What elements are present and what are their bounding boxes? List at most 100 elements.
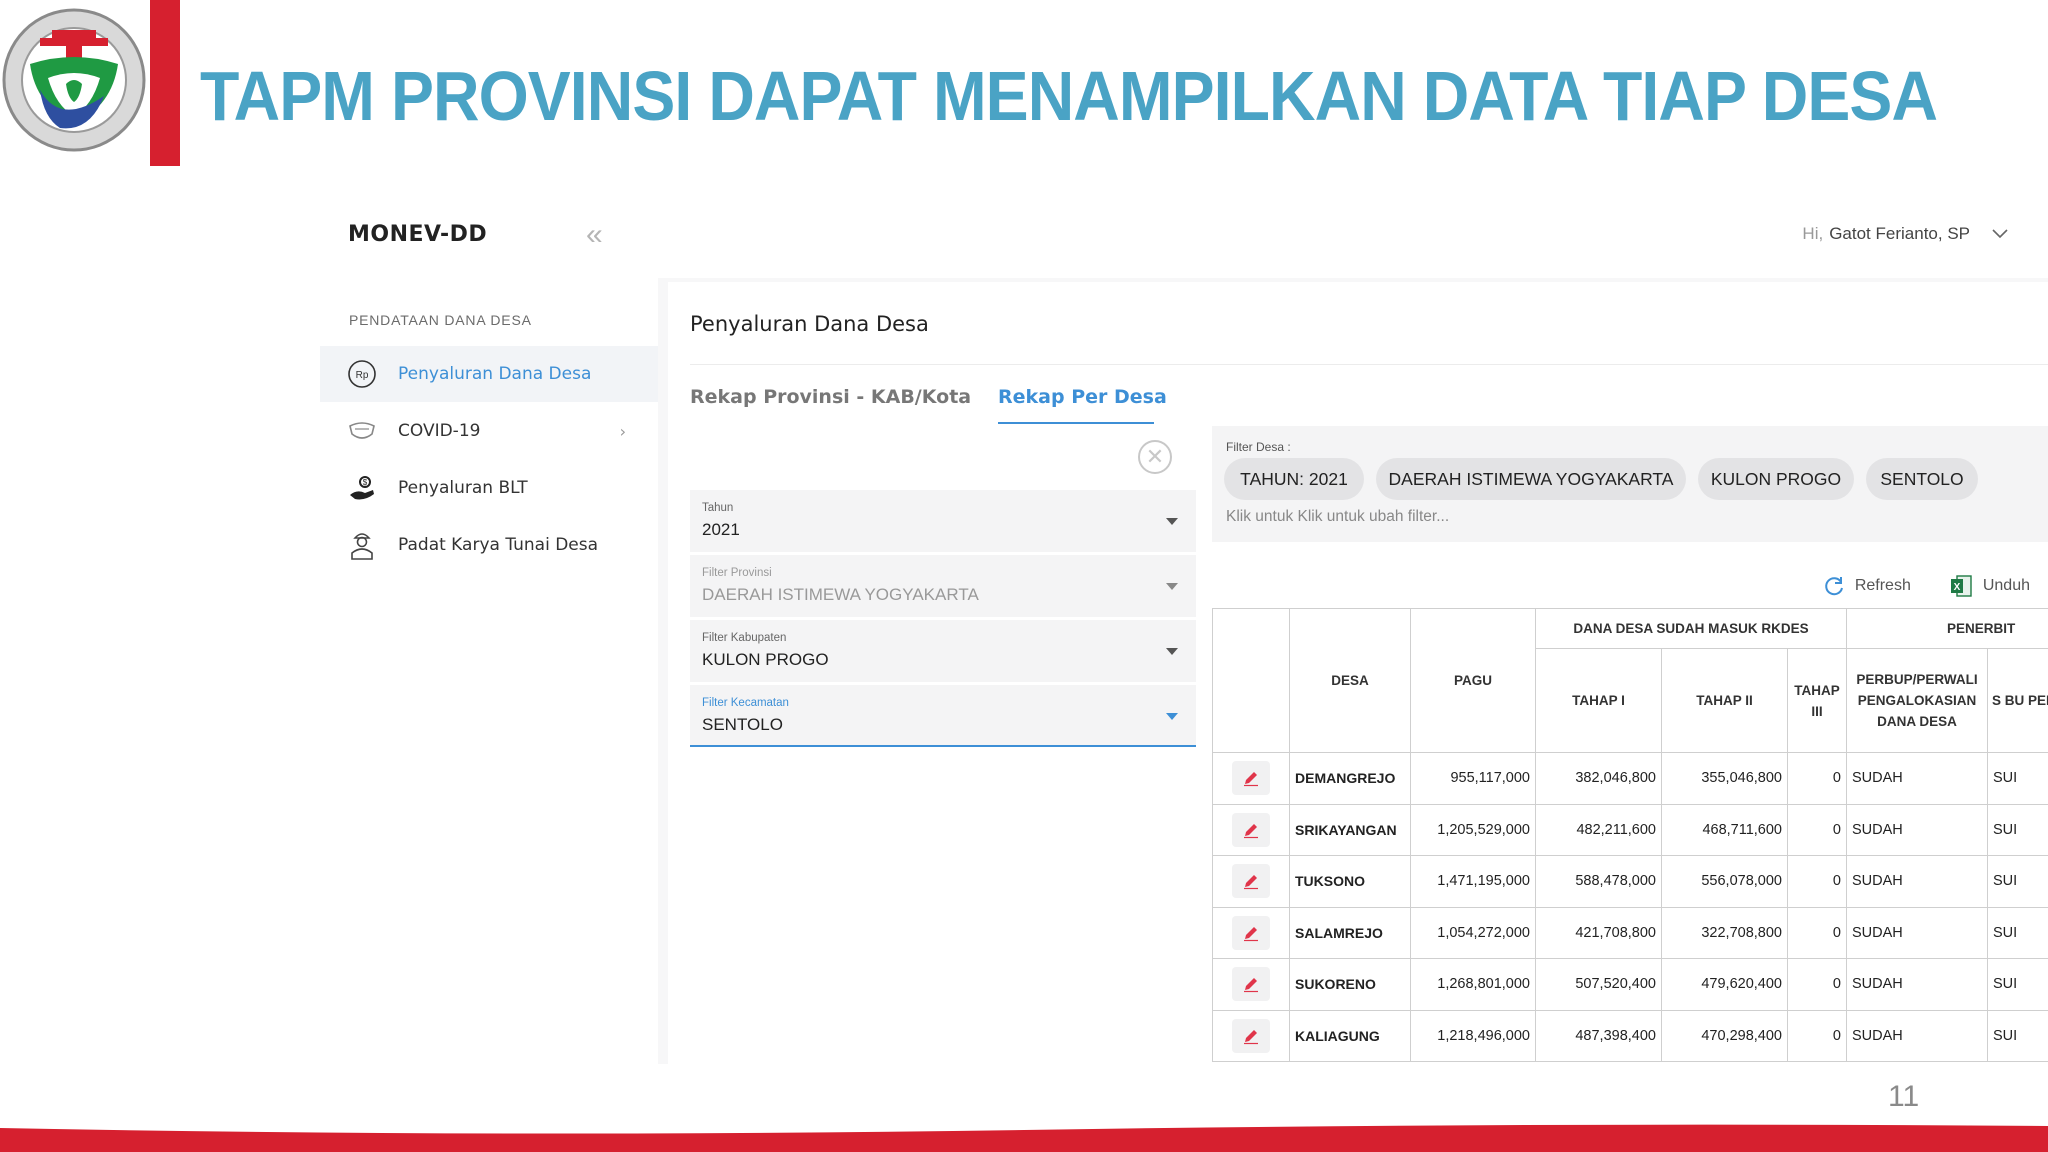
- mask-icon: [346, 415, 378, 447]
- brand-red-bar: [150, 0, 180, 166]
- cell-tahap-3: 0: [1787, 958, 1847, 1011]
- cell-desa: SUKORENO: [1289, 958, 1411, 1011]
- cell-perbup: SUDAH: [1846, 906, 1988, 959]
- pencil-icon: [1244, 1029, 1258, 1044]
- cell-tahap-1: 382,046,800: [1535, 752, 1662, 805]
- desa-table-container[interactable]: DESA PAGU DANA DESA SUDAH MASUK RKDES PE…: [1212, 608, 2048, 1064]
- cell-tahap-2: 355,046,800: [1661, 752, 1788, 805]
- collapse-sidebar-icon[interactable]: «: [586, 218, 603, 252]
- cell-pagu: 1,218,496,000: [1410, 1009, 1536, 1062]
- cell-next: SUI: [1986, 855, 2048, 908]
- table-actions: Refresh X Unduh: [1785, 574, 2030, 598]
- tab-rekap-per-desa[interactable]: Rekap Per Desa: [998, 386, 1167, 408]
- table-row: KALIAGUNG 1,218,496,000 487,398,400 470,…: [1212, 1009, 2048, 1062]
- cell-perbup: SUDAH: [1846, 958, 1988, 1011]
- filter-form: ✕ Tahun 2021 Filter Provinsi DAERAH ISTI…: [690, 426, 1196, 1064]
- sidebar-item-label: COVID-19: [398, 421, 481, 441]
- field-value: DAERAH ISTIMEWA YOGYAKARTA: [702, 585, 979, 604]
- field-label: Filter Kecamatan: [702, 697, 789, 709]
- active-tab-indicator: [998, 422, 1154, 424]
- header-pagu[interactable]: PAGU: [1410, 608, 1536, 753]
- cell-tahap-1: 507,520,400: [1535, 958, 1662, 1011]
- tab-rekap-provinsi[interactable]: Rekap Provinsi - KAB/Kota: [690, 386, 971, 408]
- filter-hint: Klik untuk Klik untuk ubah filter...: [1226, 508, 1450, 525]
- cell-tahap-2: 468,711,600: [1661, 803, 1788, 856]
- filter-label: Filter Desa :: [1226, 440, 1291, 454]
- app-title: MONEV-DD: [348, 222, 488, 247]
- cell-next: SUI: [1986, 1009, 2048, 1062]
- refresh-button[interactable]: Refresh: [1823, 575, 1911, 597]
- greeting-prefix: Hi,: [1802, 224, 1824, 243]
- svg-text:X: X: [1954, 582, 1961, 593]
- cell-desa: TUKSONO: [1289, 855, 1411, 908]
- filter-chip-tahun[interactable]: TAHUN: 2021: [1224, 458, 1364, 500]
- cell-perbup: SUDAH: [1846, 1009, 1988, 1062]
- edit-button[interactable]: [1232, 1018, 1270, 1053]
- clear-filter-button[interactable]: ✕: [1138, 440, 1172, 474]
- cell-tahap-1: 487,398,400: [1535, 1009, 1662, 1062]
- header-tahap-2[interactable]: TAHAP II: [1661, 648, 1788, 753]
- filter-bar[interactable]: Filter Desa : TAHUN: 2021 DAERAH ISTIMEW…: [1212, 426, 2048, 542]
- pencil-icon: [1244, 926, 1258, 941]
- refresh-icon: [1825, 577, 1843, 596]
- content-area: Penyaluran Dana Desa Rekap Provinsi - KA…: [658, 278, 2048, 1064]
- edit-button[interactable]: [1232, 864, 1270, 899]
- cell-tahap-3: 0: [1787, 752, 1847, 805]
- edit-button[interactable]: [1232, 761, 1270, 796]
- svg-text:Rp: Rp: [356, 370, 369, 381]
- table-row: TUKSONO 1,471,195,000 588,478,000 556,07…: [1212, 855, 2048, 908]
- download-button[interactable]: X Unduh: [1949, 574, 2030, 598]
- cell-tahap-3: 0: [1787, 803, 1847, 856]
- refresh-label: Refresh: [1854, 577, 1911, 594]
- cell-desa: SRIKAYANGAN: [1289, 803, 1411, 856]
- cell-tahap-2: 556,078,000: [1661, 855, 1788, 908]
- tahun-select[interactable]: Tahun 2021: [690, 490, 1196, 552]
- sidebar-item-label: Penyaluran Dana Desa: [398, 364, 592, 384]
- sidebar-item-penyaluran-blt[interactable]: $ Penyaluran BLT: [320, 460, 658, 516]
- filter-chip-kabupaten[interactable]: KULON PROGO: [1698, 458, 1854, 500]
- rupiah-coin-icon: Rp: [346, 358, 378, 390]
- header-next[interactable]: S BU PEI: [1986, 648, 2048, 753]
- edit-button[interactable]: [1232, 967, 1270, 1002]
- worker-icon: [346, 529, 378, 561]
- kecamatan-select[interactable]: Filter Kecamatan SENTOLO: [690, 685, 1196, 747]
- table-row: DEMANGREJO 955,117,000 382,046,800 355,0…: [1212, 752, 2048, 805]
- sidebar-item-penyaluran-dana-desa[interactable]: Rp Penyaluran Dana Desa: [320, 346, 658, 402]
- header-perbup[interactable]: PERBUP/PERWALI PENGALOKASIAN DANA DESA: [1846, 648, 1988, 753]
- header-desa[interactable]: DESA: [1289, 608, 1411, 753]
- edit-button[interactable]: [1232, 812, 1270, 847]
- edit-button[interactable]: [1232, 915, 1270, 950]
- user-menu[interactable]: Hi, Gatot Ferianto, SP: [1802, 224, 2008, 244]
- app-topbar: Hi, Gatot Ferianto, SP: [658, 196, 2048, 278]
- pencil-icon: [1244, 772, 1258, 787]
- dropdown-arrow-icon: [1166, 518, 1178, 525]
- pencil-icon: [1244, 875, 1258, 890]
- bottom-red-band: [0, 1124, 2048, 1152]
- cell-next: SUI: [1986, 958, 2048, 1011]
- cell-tahap-2: 479,620,400: [1661, 958, 1788, 1011]
- provinsi-select[interactable]: Filter Provinsi DAERAH ISTIMEWA YOGYAKAR…: [690, 555, 1196, 617]
- kabupaten-select[interactable]: Filter Kabupaten KULON PROGO: [690, 620, 1196, 682]
- dropdown-arrow-icon: [1166, 583, 1178, 590]
- cell-tahap-2: 322,708,800: [1661, 906, 1788, 959]
- cell-tahap-3: 0: [1787, 906, 1847, 959]
- sidebar-item-covid-19[interactable]: COVID-19 ›: [320, 403, 658, 459]
- cell-perbup: SUDAH: [1846, 803, 1988, 856]
- header-tahap-1[interactable]: TAHAP I: [1535, 648, 1662, 753]
- divider: [690, 364, 2048, 365]
- cell-pagu: 1,205,529,000: [1410, 803, 1536, 856]
- cell-pagu: 1,471,195,000: [1410, 855, 1536, 908]
- filter-chip-kecamatan[interactable]: SENTOLO: [1866, 458, 1978, 500]
- header-tahap-3[interactable]: TAHAP III: [1787, 648, 1847, 753]
- filter-chip-provinsi[interactable]: DAERAH ISTIMEWA YOGYAKARTA: [1376, 458, 1686, 500]
- slide-page-number: 11: [1888, 1080, 1920, 1113]
- sidebar-item-padat-karya[interactable]: Padat Karya Tunai Desa: [320, 517, 658, 573]
- cell-tahap-3: 0: [1787, 1009, 1847, 1062]
- dropdown-arrow-icon: [1166, 648, 1178, 655]
- main-panel: Penyaluran Dana Desa Rekap Provinsi - KA…: [668, 282, 2048, 1064]
- header-group-rkdes: DANA DESA SUDAH MASUK RKDES: [1535, 608, 1847, 649]
- cell-next: SUI: [1986, 906, 2048, 959]
- sidebar-item-label: Padat Karya Tunai Desa: [398, 535, 599, 555]
- table-row: SRIKAYANGAN 1,205,529,000 482,211,600 46…: [1212, 803, 2048, 856]
- table-row: SUKORENO 1,268,801,000 507,520,400 479,6…: [1212, 958, 2048, 1011]
